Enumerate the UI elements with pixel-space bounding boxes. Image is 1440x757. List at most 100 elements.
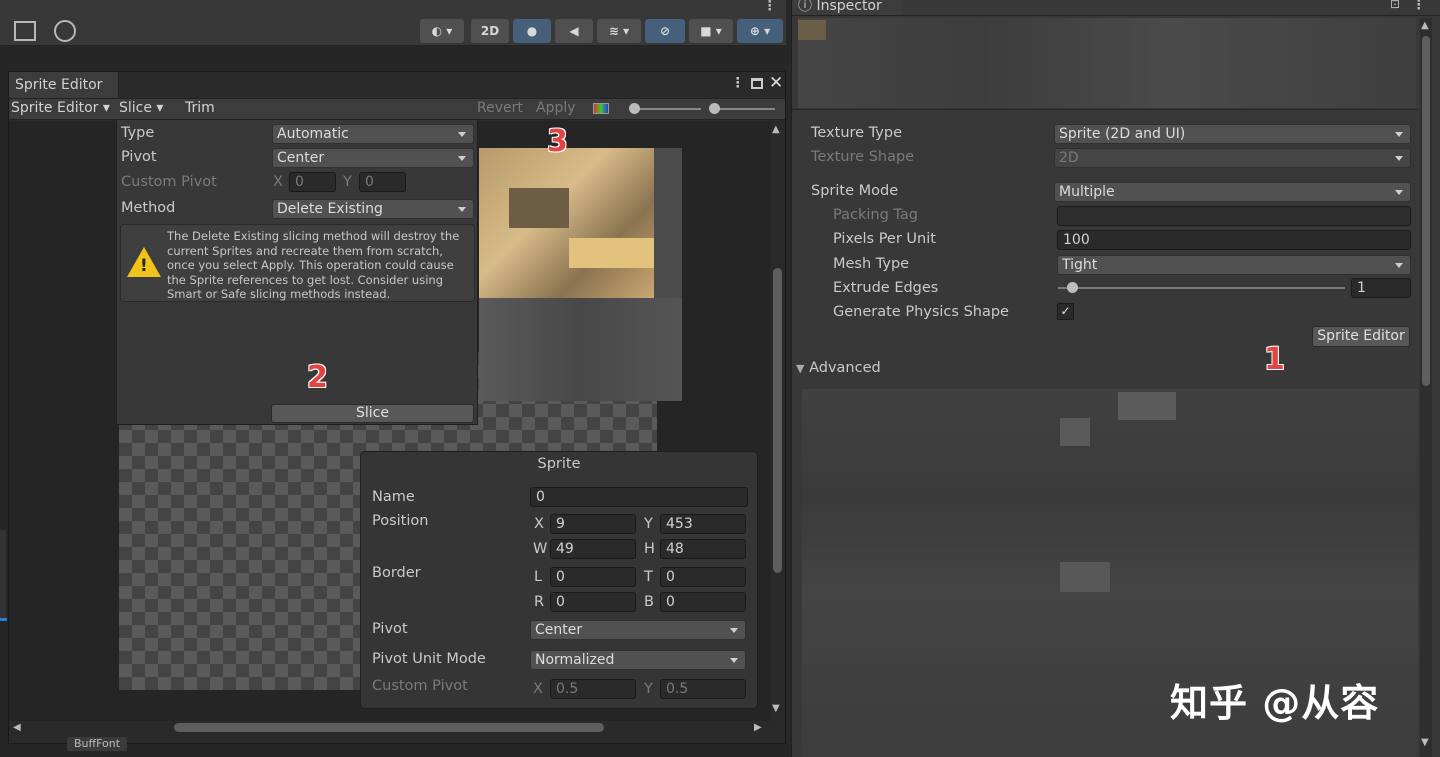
mesh-type-dropdown[interactable]: Tight [1057, 255, 1411, 275]
packing-tag-field[interactable] [1057, 206, 1411, 226]
mip-slider[interactable] [713, 108, 775, 110]
sprite-cp-y-field[interactable]: 0.5 [660, 679, 746, 699]
vertical-scroll-thumb[interactable] [773, 268, 782, 573]
inspector-scroll-up-icon[interactable]: ▲ [1421, 20, 1429, 31]
zoom-slider-handle[interactable] [629, 103, 640, 114]
inspector-scroll-down-icon[interactable]: ▼ [1421, 737, 1429, 748]
texture-type-dropdown[interactable]: Sprite (2D and UI) [1054, 124, 1411, 144]
gizmos-icon[interactable]: ⊕ ▾ [737, 19, 783, 43]
sprite-properties-panel: Sprite Name 0 Position X 9 Y 453 W 49 H … [360, 451, 758, 709]
method-label: Method [121, 200, 176, 216]
annotation-2: 2 [307, 360, 328, 395]
texture-shape-dropdown[interactable]: 2D [1054, 148, 1411, 168]
close-icon[interactable]: ✕ [769, 73, 783, 93]
foldout-arrow-icon: ▼ [796, 362, 805, 375]
apply-button[interactable]: Apply [536, 100, 576, 116]
sprite-cp-x-field[interactable]: 0.5 [550, 679, 636, 699]
warning-box: ! The Delete Existing slicing method wil… [120, 224, 475, 302]
scroll-up-icon[interactable]: ▲ [772, 124, 780, 135]
border-r-field[interactable]: 0 [550, 592, 636, 612]
camera-settings-icon[interactable]: ■ ▾ [689, 19, 733, 43]
pivot-dropdown[interactable]: Center [272, 148, 474, 168]
rect-tool-icon[interactable] [14, 21, 36, 41]
pos-h-field[interactable]: 48 [660, 539, 746, 559]
shading-mode-button[interactable]: ◐ ▾ [420, 19, 464, 43]
texture-type-label: Texture Type [811, 125, 902, 141]
slice-menu[interactable]: Slice ▾ [119, 100, 163, 116]
name-field[interactable]: 0 [530, 487, 748, 507]
sprite-mode-label: Sprite Mode [811, 183, 899, 199]
sprite-panel-title: Sprite [537, 456, 581, 472]
sprite-mode-dropdown[interactable]: Multiple [1054, 182, 1411, 202]
more-menu-icon[interactable]: ⋮ [763, 0, 777, 14]
sprite-editor-button[interactable]: Sprite Editor [1312, 326, 1410, 347]
effects-toggle-icon[interactable]: ≋ ▾ [597, 19, 641, 43]
scroll-right-icon[interactable]: ▶ [754, 722, 762, 733]
border-b-label: B [644, 594, 654, 610]
pos-w-field[interactable]: 49 [550, 539, 636, 559]
custom-pivot-x-field[interactable]: 0 [289, 172, 336, 192]
maximize-icon[interactable] [751, 78, 763, 89]
border-b-field[interactable]: 0 [660, 592, 746, 612]
color-channel-icon[interactable] [593, 103, 609, 114]
border-t-field[interactable]: 0 [660, 567, 746, 587]
custom-pivot-y-label: Y [343, 174, 352, 190]
mesh-type-label: Mesh Type [833, 256, 910, 272]
extrude-slider-handle[interactable] [1067, 282, 1078, 293]
inspector-scroll-thumb[interactable] [1422, 36, 1430, 386]
asset-label: BuffFont [67, 737, 127, 751]
mode-dropdown[interactable]: Sprite Editor ▾ [11, 100, 110, 116]
sprite-pivot-dropdown[interactable]: Center [530, 620, 746, 640]
2d-toggle[interactable]: 2D [471, 19, 509, 43]
pivot-unit-mode-dropdown[interactable]: Normalized [530, 650, 746, 670]
advanced-foldout[interactable]: ▼ Advanced [796, 360, 881, 376]
zoom-slider[interactable] [633, 108, 701, 110]
border-l-field[interactable]: 0 [550, 567, 636, 587]
sprite-texture-preview [479, 148, 682, 401]
type-label: Type [121, 125, 155, 141]
warning-text: The Delete Existing slicing method will … [167, 229, 460, 301]
sprite-custom-pivot-label: Custom Pivot [372, 678, 468, 694]
custom-pivot-y-field[interactable]: 0 [359, 172, 406, 192]
annotation-1: 1 [1264, 342, 1285, 377]
slice-button[interactable]: Slice [271, 404, 474, 423]
position-label: Position [372, 513, 429, 529]
pixels-per-unit-label: Pixels Per Unit [833, 231, 936, 247]
mip-slider-handle[interactable] [709, 103, 720, 114]
watermark: 知乎 @从容 [1170, 681, 1380, 725]
hidden-objects-icon[interactable]: ⊘ [645, 19, 685, 43]
inspector-lock-icon[interactable]: ⊡ [1390, 0, 1400, 11]
inspector-menu-icon[interactable]: ⋮ [1412, 0, 1426, 13]
extrude-slider-track[interactable] [1058, 287, 1345, 289]
horizontal-scroll-thumb[interactable] [174, 723, 604, 732]
inspector-panel: ⓘ Inspector ⊡ ⋮ Texture Type Sprite (2D … [791, 0, 1440, 757]
pos-h-label: H [644, 541, 655, 557]
audio-toggle-icon[interactable]: ◀ [555, 19, 593, 43]
pos-x-field[interactable]: 9 [550, 514, 636, 534]
sprite-cp-y-label: Y [644, 681, 653, 697]
scroll-left-icon[interactable]: ◀ [13, 722, 21, 733]
type-dropdown[interactable]: Automatic [272, 124, 474, 144]
revert-button[interactable]: Revert [477, 100, 523, 116]
inspector-tab[interactable]: ⓘ Inspector [792, 0, 902, 16]
extrude-edges-field[interactable]: 1 [1351, 278, 1411, 298]
border-label: Border [372, 565, 421, 581]
method-dropdown[interactable]: Delete Existing [272, 199, 474, 219]
pivot-label: Pivot [121, 149, 157, 165]
pixels-per-unit-field[interactable]: 100 [1057, 230, 1411, 250]
custom-pivot-label: Custom Pivot [121, 174, 217, 190]
name-label: Name [372, 489, 415, 505]
border-t-label: T [644, 569, 653, 585]
pivot-unit-mode-label: Pivot Unit Mode [372, 651, 486, 667]
window-menu-icon[interactable]: ⋮ [731, 75, 745, 91]
slice-popup: Type Automatic Pivot Center Custom Pivot… [116, 119, 478, 425]
scene-toolbar: ◐ ▾ 2D ● ◀ ≋ ▾ ⊘ ■ ▾ ⊕ ▾ ⋮ [0, 0, 786, 46]
generate-physics-label: Generate Physics Shape [833, 304, 1009, 320]
generate-physics-checkbox[interactable]: ✓ [1057, 303, 1074, 320]
sprite-editor-tab[interactable]: Sprite Editor [9, 72, 119, 98]
transform-tool-icon[interactable] [54, 20, 76, 42]
scroll-down-icon[interactable]: ▼ [772, 703, 780, 714]
pos-y-field[interactable]: 453 [660, 514, 746, 534]
trim-button[interactable]: Trim [185, 100, 215, 116]
lighting-toggle-icon[interactable]: ● [513, 19, 551, 43]
